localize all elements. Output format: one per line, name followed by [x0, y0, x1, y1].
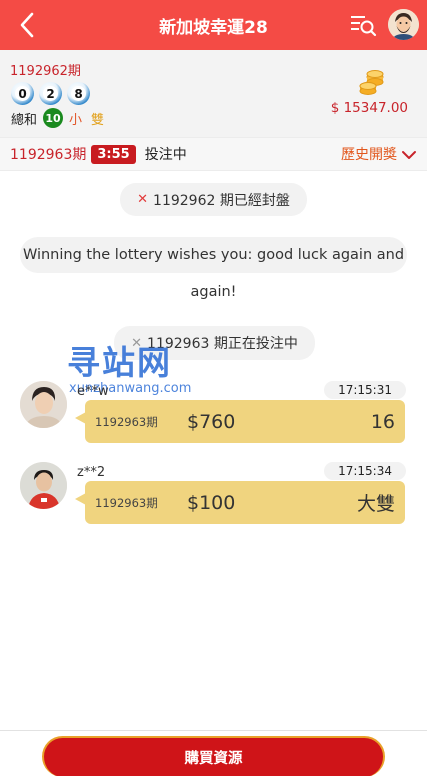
wish-message: Winning the lottery wishes you: good luc… — [22, 247, 405, 300]
sum-ball: 10 — [43, 108, 64, 128]
avatar[interactable] — [20, 462, 67, 509]
bet-message: z**2 17:15:34 1192963期 $100 大雙 — [0, 462, 427, 542]
bet-period: 1192963期 — [95, 414, 158, 429]
bet-message: e**w 17:15:31 1192963期 $760 16 — [0, 381, 427, 461]
avatar[interactable] — [20, 381, 67, 428]
size-tag: 小 — [69, 112, 83, 128]
user-avatar-icon — [388, 9, 419, 40]
number-ball-value: 2 — [43, 86, 58, 101]
bet-time: 17:15:34 — [324, 462, 406, 480]
balance-amount: $ 15347.00 — [330, 100, 408, 116]
parity-tag: 雙 — [91, 112, 105, 128]
chevron-left-icon — [20, 12, 34, 38]
current-period: 1192963期 — [10, 147, 87, 163]
countdown-timer: 3:55 — [91, 144, 136, 164]
bet-bubble: 1192963期 $760 16 — [75, 400, 405, 443]
chevron-down-icon[interactable] — [401, 147, 417, 163]
history-draws-link[interactable]: 歷史開獎 — [341, 144, 397, 164]
close-x-icon: ✕ — [137, 192, 149, 207]
watermark-main: 寻站网 — [67, 343, 172, 382]
bet-pick: 大雙 — [356, 493, 395, 515]
user-avatar-button[interactable] — [388, 9, 419, 40]
betting-status: 投注中 — [144, 147, 187, 163]
coins-icon — [358, 69, 386, 95]
bet-username: z**2 — [77, 465, 106, 480]
user-photo-icon — [20, 462, 67, 509]
back-button[interactable] — [14, 10, 40, 40]
last-period: 1192962期 — [10, 64, 81, 79]
last-draw-panel: 1192962期 0 2 8 總和 10 小 雙 $ 15347.00 — [0, 50, 427, 137]
top-bar: 新加坡幸運28 — [0, 0, 427, 50]
draw-numbers: 0 2 8 — [11, 82, 90, 105]
number-ball: 0 — [11, 82, 34, 105]
list-search-button[interactable] — [349, 13, 377, 37]
footer-bar: 購買資源 — [0, 730, 427, 776]
bet-amount: $760 — [187, 410, 236, 433]
sum-row: 總和 10 小 雙 — [11, 108, 113, 128]
closed-notice: ✕ 1192962 期已經封盤 — [120, 183, 307, 216]
bet-pick: 16 — [370, 410, 395, 433]
closed-notice-text: 1192962 期已經封盤 — [153, 192, 290, 209]
user-photo-icon — [20, 381, 67, 428]
buy-button[interactable]: 購買資源 — [42, 736, 385, 776]
current-period-bar: 1192963期 3:55 投注中 歷史開獎 — [0, 137, 427, 171]
page-title: 新加坡幸運28 — [159, 17, 268, 38]
bet-amount: $100 — [187, 491, 236, 514]
number-ball-value: 0 — [15, 86, 30, 101]
bet-time: 17:15:31 — [324, 381, 406, 399]
number-ball: 8 — [67, 82, 90, 105]
list-search-icon — [351, 16, 377, 37]
bet-username: e**w — [77, 384, 109, 399]
bet-period: 1192963期 — [95, 495, 158, 510]
number-ball: 2 — [39, 82, 62, 105]
sum-label: 總和 — [11, 112, 38, 128]
number-ball-value: 8 — [71, 86, 86, 101]
bet-bubble: 1192963期 $100 大雙 — [75, 481, 405, 524]
